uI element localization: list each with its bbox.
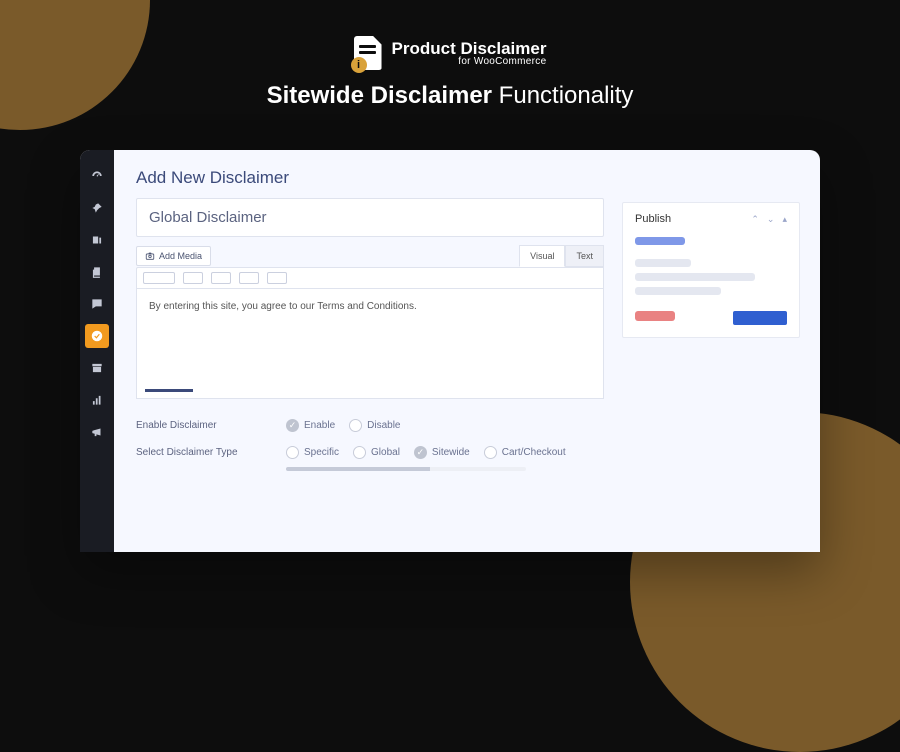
toolbar-button[interactable]	[211, 272, 231, 284]
comment-icon	[90, 297, 104, 311]
camera-icon	[145, 251, 155, 261]
app-window: Add New Disclaimer Add Media Visual Text	[80, 150, 820, 552]
editor-text: By entering this site, you agree to our …	[149, 301, 417, 312]
media-icon	[90, 233, 104, 247]
radio-dot-icon	[353, 446, 366, 459]
radio-disable[interactable]: Disable	[349, 419, 400, 432]
publish-panel: Publish ⌃ ⌄ ▴	[622, 202, 800, 338]
sidebar-disclaimer[interactable]	[85, 324, 109, 348]
check-circle-icon	[90, 329, 104, 343]
toolbar-button[interactable]	[183, 272, 203, 284]
checkmark-icon: ✓	[414, 446, 427, 459]
gauge-icon	[90, 169, 104, 183]
add-media-label: Add Media	[159, 251, 202, 261]
placeholder-bar	[635, 273, 755, 281]
chevron-up-icon[interactable]: ⌃	[751, 214, 759, 225]
radio-cart-checkout[interactable]: Cart/Checkout	[484, 446, 566, 459]
placeholder-bar	[635, 237, 685, 245]
editor-toolbar	[136, 267, 604, 289]
placeholder-bar	[635, 287, 721, 295]
archive-icon	[90, 361, 104, 375]
radio-enable[interactable]: ✓Enable	[286, 419, 335, 432]
brand-header: i Product Disclaimer for WooCommerce	[0, 0, 900, 70]
sidebar-archive[interactable]	[85, 356, 109, 380]
option-enable-row: Enable Disclaimer ✓Enable Disable	[136, 419, 604, 432]
radio-sitewide[interactable]: ✓Sitewide	[414, 446, 470, 459]
sidebar-dashboard[interactable]	[85, 164, 109, 188]
toolbar-button[interactable]	[267, 272, 287, 284]
brand-subtitle: for WooCommerce	[392, 57, 547, 67]
editor-content[interactable]: By entering this site, you agree to our …	[136, 289, 604, 399]
placeholder-bar	[635, 259, 691, 267]
tagline-strong: Sitewide Disclaimer	[267, 82, 492, 109]
option-type-row: Select Disclaimer Type Specific Global ✓…	[136, 446, 604, 459]
toolbar-button[interactable]	[143, 272, 175, 284]
brand-title: Product Disclaimer	[392, 40, 547, 57]
radio-dot-icon	[286, 446, 299, 459]
sidebar-posts[interactable]	[85, 196, 109, 220]
tab-visual[interactable]: Visual	[519, 245, 565, 267]
radio-dot-icon	[349, 419, 362, 432]
product-logo-icon: i	[354, 36, 382, 70]
sidebar-media[interactable]	[85, 228, 109, 252]
add-media-button[interactable]: Add Media	[136, 246, 211, 266]
sidebar-comments[interactable]	[85, 292, 109, 316]
sidebar-pages[interactable]	[85, 260, 109, 284]
enable-radio-group: ✓Enable Disable	[286, 419, 401, 432]
admin-sidebar	[80, 150, 114, 552]
publish-button[interactable]	[733, 311, 787, 325]
decorative-bar	[286, 467, 526, 471]
option-type-label: Select Disclaimer Type	[136, 447, 286, 458]
radio-dot-icon	[484, 446, 497, 459]
caret-up-icon[interactable]: ▴	[782, 214, 787, 225]
type-radio-group: Specific Global ✓Sitewide Cart/Checkout	[286, 446, 566, 459]
publish-title: Publish	[635, 213, 671, 225]
pin-icon	[90, 201, 104, 215]
tab-text[interactable]: Text	[565, 245, 604, 267]
trash-action[interactable]	[635, 311, 675, 321]
radio-specific[interactable]: Specific	[286, 446, 339, 459]
pages-icon	[90, 265, 104, 279]
tagline: Sitewide Disclaimer Functionality	[0, 82, 900, 110]
tagline-rest: Functionality	[492, 82, 633, 109]
megaphone-icon	[90, 425, 104, 439]
chevron-down-icon[interactable]: ⌄	[767, 214, 775, 225]
sidebar-marketing[interactable]	[85, 420, 109, 444]
checkmark-icon: ✓	[286, 419, 299, 432]
toolbar-button[interactable]	[239, 272, 259, 284]
option-enable-label: Enable Disclaimer	[136, 420, 286, 431]
sidebar-analytics[interactable]	[85, 388, 109, 412]
radio-global[interactable]: Global	[353, 446, 400, 459]
editor-mode-tabs: Visual Text	[519, 245, 604, 267]
disclaimer-title-input[interactable]	[136, 198, 604, 237]
page-title: Add New Disclaimer	[136, 168, 604, 188]
bars-icon	[90, 393, 104, 407]
